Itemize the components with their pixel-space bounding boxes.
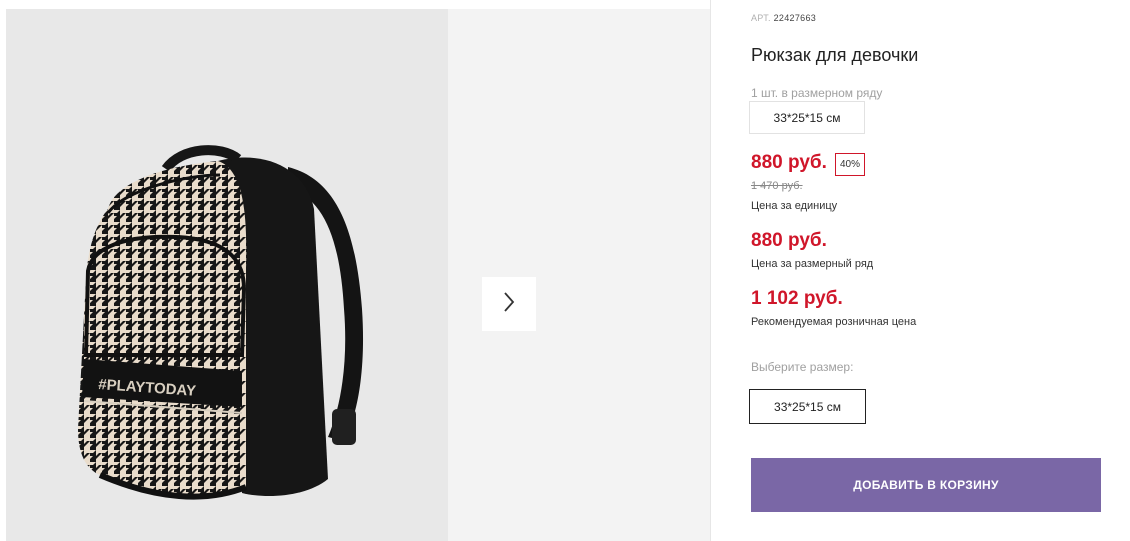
panel-divider xyxy=(710,0,711,541)
discount-badge: 40% xyxy=(835,153,866,176)
product-photo-secondary[interactable] xyxy=(448,9,710,541)
product-title: Рюкзак для девочки xyxy=(751,45,919,65)
retail-price: 1 102 руб. xyxy=(751,288,843,309)
chevron-right-icon xyxy=(501,290,517,319)
next-image-button[interactable] xyxy=(482,277,536,331)
unit-price-caption: Цена за единицу xyxy=(751,200,838,212)
product-photo[interactable]: #PLAYTODAY xyxy=(6,9,448,541)
pack-size-tag: 33*25*15 см xyxy=(749,101,865,134)
add-to-cart-button[interactable]: ДОБАВИТЬ В КОРЗИНУ xyxy=(751,458,1101,512)
pack-note: 1 шт. в размерном ряду xyxy=(751,86,883,100)
article-label: АРТ. xyxy=(751,13,771,23)
unit-price: 880 руб. xyxy=(751,152,827,173)
size-option-button[interactable]: 33*25*15 см xyxy=(749,389,866,424)
article-number: АРТ. 22427663 xyxy=(751,13,816,23)
row-price: 880 руб. xyxy=(751,230,827,251)
row-price-caption: Цена за размерный ряд xyxy=(751,258,874,270)
size-select-label: Выберите размер: xyxy=(751,360,854,374)
backpack-image: #PLAYTODAY xyxy=(78,145,364,500)
retail-price-caption: Рекомендуемая розничная цена xyxy=(751,316,917,328)
product-gallery: #PLAYTODAY xyxy=(6,9,710,541)
old-price: 1 470 руб. xyxy=(751,180,803,192)
article-value: 22427663 xyxy=(773,13,817,23)
